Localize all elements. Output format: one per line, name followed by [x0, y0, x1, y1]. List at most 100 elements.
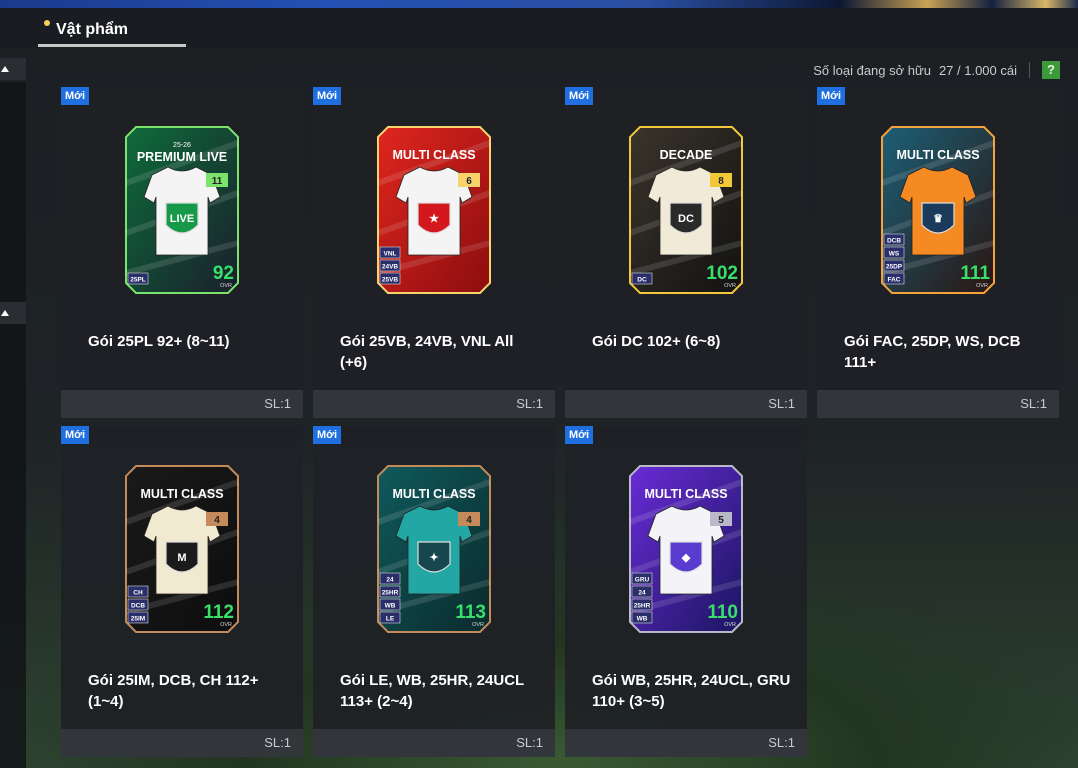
card-tag: DCB: [883, 233, 905, 246]
pack-title: Gói DC 102+ (6~8): [592, 333, 721, 350]
card-tag: 25VB: [379, 272, 401, 285]
pack-title: Gói 25IM, DCB, CH 112+ (1~4): [88, 672, 259, 710]
card-tag: 24VB: [379, 259, 401, 272]
active-dot: [44, 20, 50, 26]
card-header: MULTI CLASS: [140, 487, 223, 501]
card-tag: DCB: [127, 598, 149, 611]
pack-footer: SL:1: [313, 390, 555, 418]
card-tag: DC: [631, 272, 653, 285]
pack-tile[interactable]: Mới MULTI CLASS M 4 CH DCB 25IM 112 OVR …: [61, 426, 303, 757]
card-tag: 25DP: [883, 259, 905, 272]
pack-tile[interactable]: Mới DECADE DC 8 DC 102 OVR Gói DC 102+ (…: [565, 87, 807, 418]
pack-card-art: DECADE DC 8 DC 102 OVR: [628, 126, 744, 294]
svg-text:25VB: 25VB: [382, 277, 399, 284]
svg-text:WB: WB: [385, 603, 396, 610]
svg-text:CH: CH: [133, 590, 143, 597]
card-crest: M: [177, 552, 186, 564]
pack-tile[interactable]: Mới MULTI CLASS ✦ 4 24 25HR WB LE 113 OV…: [313, 426, 555, 757]
collapse-up-icon[interactable]: [0, 302, 26, 324]
pack-quantity: SL:1: [264, 396, 291, 411]
card-tag: CH: [127, 585, 149, 598]
svg-text:25HR: 25HR: [634, 603, 651, 610]
card-ovr-label: OVR: [220, 283, 232, 289]
pack-footer: SL:1: [313, 729, 555, 757]
svg-text:VNL: VNL: [384, 251, 397, 258]
card-tag: GRU: [631, 572, 653, 585]
svg-text:24VB: 24VB: [382, 264, 399, 271]
card-tag: WS: [883, 246, 905, 259]
pack-title: Gói FAC, 25DP, WS, DCB 111+: [844, 333, 1021, 371]
card-tag: VNL: [379, 246, 401, 259]
svg-text:25IM: 25IM: [131, 616, 145, 623]
svg-text:25PL: 25PL: [130, 277, 146, 284]
card-header: MULTI CLASS: [392, 487, 475, 501]
pack-card-art: PREMIUM LIVE 25-26 LIVE 11 25PL 92 OVR: [124, 126, 240, 294]
card-tag: 25HR: [631, 598, 653, 611]
svg-text:LE: LE: [386, 616, 395, 623]
card-tag: WB: [379, 598, 401, 611]
pack-card-art: MULTI CLASS ✦ 4 24 25HR WB LE 113 OVR: [376, 465, 492, 633]
card-ovr-label: OVR: [220, 622, 232, 628]
inventory-count: Số loại đang sở hữu 27 / 1.000 cái ?: [813, 60, 1060, 80]
pack-card-art: MULTI CLASS ◆ 5 GRU 24 25HR WB 110 OVR: [628, 465, 744, 633]
divider: [1029, 62, 1030, 78]
card-grade: 4: [466, 515, 472, 526]
header-bar: Vật phẩm: [0, 8, 1078, 48]
pack-tile[interactable]: Mới PREMIUM LIVE 25-26 LIVE 11 25PL 92 O…: [61, 87, 303, 418]
top-banner-strip: [0, 0, 1078, 8]
pack-quantity: SL:1: [1020, 396, 1047, 411]
card-header: DECADE: [660, 148, 713, 162]
svg-text:WS: WS: [889, 251, 900, 258]
svg-text:GRU: GRU: [635, 577, 650, 584]
card-header: MULTI CLASS: [392, 148, 475, 162]
card-crest: ★: [429, 213, 439, 225]
card-ovr: 102: [706, 263, 738, 284]
scroll-up-icon[interactable]: [0, 58, 26, 80]
pack-tile[interactable]: Mới MULTI CLASS ♛ DCB WS 25DP FAC 111 OV…: [817, 87, 1059, 418]
inventory-value: 27 / 1.000 cái: [938, 62, 1017, 78]
card-crest: ◆: [681, 552, 691, 564]
inventory-label: Số loại đang sở hữu: [813, 62, 931, 78]
pack-quantity: SL:1: [768, 396, 795, 411]
pack-title: Gói 25PL 92+ (8~11): [88, 333, 230, 350]
card-ovr-label: OVR: [472, 622, 484, 628]
card-tag: FAC: [883, 272, 905, 285]
tab-label: Vật phẩm: [56, 21, 129, 38]
tab-items[interactable]: Vật phẩm: [40, 16, 142, 46]
card-ovr-label: OVR: [724, 622, 736, 628]
card-header: PREMIUM LIVE: [137, 150, 227, 164]
pack-quantity: SL:1: [264, 735, 291, 750]
card-season: 25-26: [173, 142, 191, 149]
side-rail: [0, 82, 26, 768]
pack-title: Gói 25VB, 24VB, VNL All (+6): [340, 333, 514, 371]
pack-tile[interactable]: Mới MULTI CLASS ★ 6 VNL 24VB 25VB Gói 25…: [313, 87, 555, 418]
card-tag: 25HR: [379, 585, 401, 598]
pack-title: Gói LE, WB, 25HR, 24UCL 113+ (2~4): [340, 672, 524, 710]
svg-text:DCB: DCB: [887, 238, 901, 245]
svg-text:25DP: 25DP: [886, 264, 903, 271]
new-badge: Mới: [313, 426, 342, 444]
card-tag: WB: [631, 611, 653, 624]
card-crest: DC: [678, 213, 694, 225]
card-ovr: 111: [960, 263, 990, 284]
pack-footer: SL:1: [565, 729, 807, 757]
pack-footer: SL:1: [61, 390, 303, 418]
card-grade: 11: [212, 176, 223, 187]
card-tag: 24: [631, 585, 653, 598]
card-crest: ✦: [429, 552, 438, 564]
pack-footer: SL:1: [817, 390, 1059, 418]
card-ovr-label: OVR: [724, 283, 736, 289]
pack-card-art: MULTI CLASS ♛ DCB WS 25DP FAC 111 OVR: [880, 126, 996, 294]
card-ovr-label: OVR: [976, 283, 988, 289]
tab-underline: [38, 44, 186, 47]
card-grade: 5: [718, 515, 724, 526]
card-grade: 4: [214, 515, 220, 526]
pack-tile[interactable]: Mới MULTI CLASS ◆ 5 GRU 24 25HR WB 110 O…: [565, 426, 807, 757]
svg-text:25HR: 25HR: [382, 590, 399, 597]
help-button[interactable]: ?: [1042, 61, 1060, 79]
card-crest: LIVE: [170, 213, 194, 225]
card-ovr: 113: [455, 602, 486, 623]
card-header: MULTI CLASS: [644, 487, 727, 501]
new-badge: Mới: [565, 426, 594, 444]
pack-footer: SL:1: [565, 390, 807, 418]
